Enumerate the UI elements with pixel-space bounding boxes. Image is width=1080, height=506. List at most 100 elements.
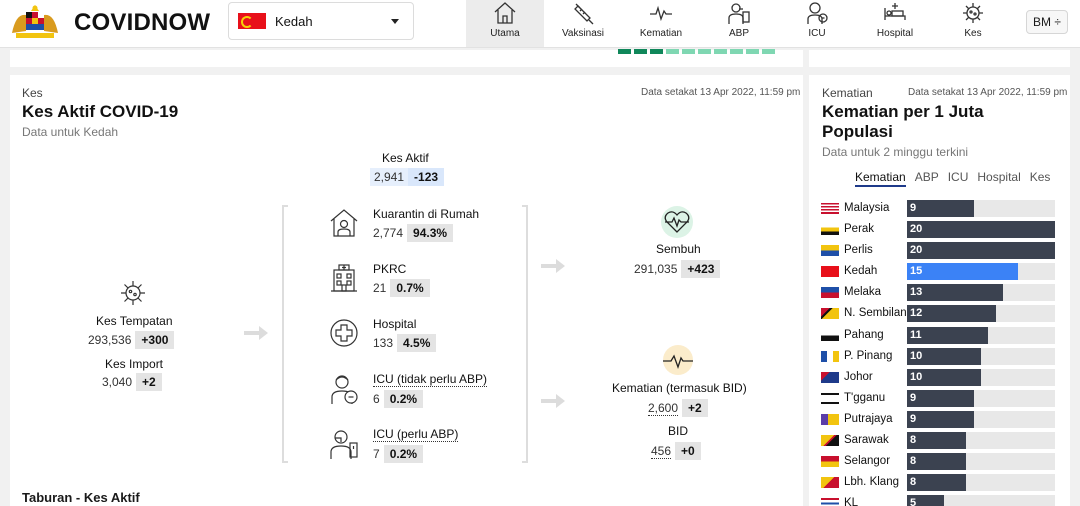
state-row: Sarawak 8 — [821, 431, 1057, 452]
state-row: Johor 10 — [821, 368, 1057, 389]
state-name: Kedah — [844, 265, 878, 278]
breakdown-pct-icu: 0.2% — [383, 390, 424, 408]
bar-track: 5 — [907, 495, 1055, 506]
bar-value: 8 — [910, 455, 917, 468]
home-quarantine-icon — [330, 209, 358, 237]
breakdown-label-hospital: Hospital — [373, 317, 417, 331]
active-cases-delta: -123 — [408, 168, 445, 186]
malaysia-crest-logo[interactable] — [8, 3, 62, 41]
chevron-down-icon — [391, 19, 399, 24]
state-row: Putrajaya 9 — [821, 410, 1057, 431]
local-cases-value: 293,536 — [88, 333, 132, 347]
nav-vaksinasi[interactable]: Vaksinasi — [544, 0, 622, 47]
breakdown-count-icu-ventilator: 7 — [373, 447, 380, 461]
nav-kes[interactable]: Kes — [934, 0, 1012, 47]
imported-cases-delta: +2 — [136, 373, 162, 391]
deaths-label: Kematian (termasuk BID) — [612, 381, 747, 395]
deaths-per-million-card: Kematian Data setakat 13 Apr 2022, 11:59… — [809, 75, 1070, 506]
icu-person-icon — [807, 2, 828, 24]
nav-vaksinasi-label: Vaksinasi — [561, 28, 605, 39]
bar-track: 10 — [907, 347, 1055, 365]
metric-tabs: Kematian ABP ICU Hospital Kes — [855, 170, 1050, 187]
bar-track: 8 — [907, 474, 1055, 492]
syringe-icon — [574, 3, 594, 25]
breakdown-label-icu[interactable]: ICU (tidak perlu ABP) — [373, 372, 488, 387]
breakdown-label-icu-ventilator[interactable]: ICU (perlu ABP) — [373, 427, 459, 442]
state-bar-list: Malaysia 9 Perak 20 Perlis 20 Kedah 15 Melaka 13 N… — [821, 199, 1057, 506]
state-row: T'gganu 9 — [821, 389, 1057, 410]
side-subtitle: Data untuk 2 minggu terkini — [822, 145, 969, 159]
bid-delta: +0 — [675, 442, 701, 460]
tab-kes[interactable]: Kes — [1030, 170, 1051, 187]
recovered-value-group: 291,035 +423 — [634, 260, 721, 278]
nav-abp[interactable]: ABP — [700, 0, 778, 47]
imported-cases-label: Kes Import — [105, 357, 164, 371]
bar — [907, 410, 974, 428]
bar-value: 10 — [910, 349, 923, 362]
tab-icu[interactable]: ICU — [948, 170, 969, 187]
state-flag-icon — [821, 477, 839, 489]
nav-kematian[interactable]: Kematian — [622, 0, 700, 47]
state-name: Perak — [844, 223, 875, 236]
bid-label: BID — [668, 424, 689, 438]
nav-icu[interactable]: ICU — [778, 0, 856, 47]
section-title-distribution: Taburan - Kes Aktif — [22, 490, 140, 505]
state-row: Lbh. Klang 8 — [821, 473, 1057, 494]
bar-track: 9 — [907, 410, 1055, 428]
local-cases-value-group: 293,536 +300 — [88, 331, 175, 349]
state-name: T'gganu — [844, 391, 886, 404]
bar-track: 20 — [907, 242, 1055, 260]
local-cases-delta: +300 — [135, 331, 175, 349]
state-row: Perak 20 — [821, 220, 1057, 241]
nav-icu-label: ICU — [808, 28, 826, 39]
breakdown-count-home: 2,774 — [373, 226, 404, 240]
arrow-right-icon — [541, 394, 565, 408]
bid-value[interactable]: 456 — [651, 444, 672, 459]
icu-icon — [331, 375, 358, 404]
bar-track: 8 — [907, 453, 1055, 471]
bar-track: 9 — [907, 389, 1055, 407]
breakdown-value-hospital: 133 4.5% — [373, 334, 437, 352]
arrow-right-icon — [244, 326, 268, 340]
state-flag-icon — [821, 245, 839, 257]
recovered-delta: +423 — [681, 260, 721, 278]
active-cases-card: Kes Data setakat 13 Apr 2022, 11:59 pm K… — [10, 75, 803, 506]
tab-abp[interactable]: ABP — [915, 170, 939, 187]
bar-track: 12 — [907, 305, 1055, 323]
brand-title[interactable]: COVIDNOW — [74, 9, 210, 37]
hospital-cross-icon — [330, 319, 358, 347]
nav-utama[interactable]: Utama — [466, 0, 544, 47]
bar-value: 8 — [910, 476, 917, 489]
state-name: Melaka — [844, 286, 882, 299]
recovered-label: Sembuh — [656, 242, 701, 256]
tab-kematian[interactable]: Kematian — [855, 170, 906, 187]
active-cases-label: Kes Aktif — [382, 151, 429, 165]
state-row: KL 5 — [821, 494, 1057, 506]
state-name: Lbh. Klang — [844, 476, 899, 489]
bar-value: 9 — [910, 412, 917, 425]
nav-utama-label: Utama — [490, 28, 520, 39]
nav-abp-label: ABP — [728, 28, 749, 39]
bar — [907, 389, 974, 407]
tab-hospital[interactable]: Hospital — [977, 170, 1020, 187]
bar-track: 8 — [907, 432, 1055, 450]
heartbeat-line-icon — [650, 5, 672, 22]
ventilator-icon — [330, 430, 358, 459]
language-select[interactable]: BM ÷ — [1026, 10, 1068, 34]
state-flag-icon — [821, 287, 839, 299]
kedah-flag-icon — [238, 13, 266, 29]
state-row: P. Pinang 10 — [821, 347, 1057, 368]
state-name: Johor — [844, 370, 873, 383]
state-select[interactable]: Kedah — [228, 2, 414, 40]
bid-value-group: 456 +0 — [651, 442, 701, 460]
state-row: Malaysia 9 — [821, 199, 1057, 220]
state-flag-icon — [821, 350, 839, 362]
state-row: Perlis 20 — [821, 241, 1057, 262]
nav-hospital[interactable]: Hospital — [856, 0, 934, 47]
deaths-value[interactable]: 2,600 — [648, 401, 679, 416]
breakdown-pct-home: 94.3% — [407, 224, 454, 242]
active-cases-value: 2,941 — [370, 168, 409, 186]
state-row: N. Sembilan 12 — [821, 304, 1057, 325]
nav-kematian-label: Kematian — [639, 28, 683, 39]
recovered-value: 291,035 — [634, 262, 678, 276]
